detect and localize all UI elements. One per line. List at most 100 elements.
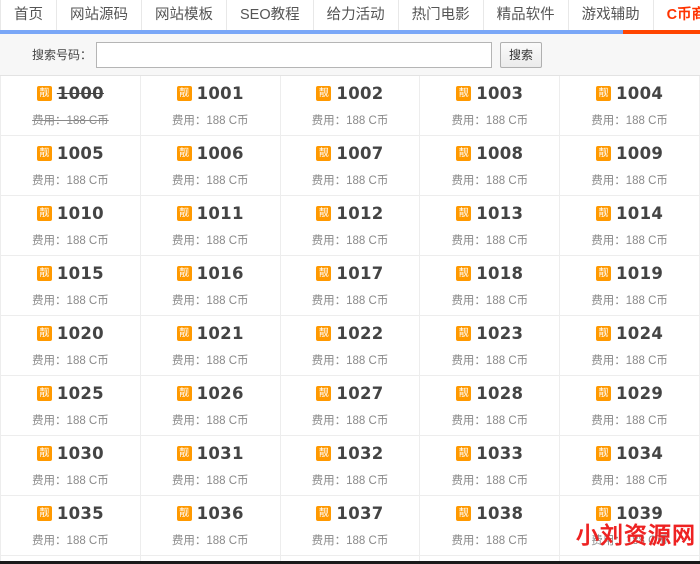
nav-item-0[interactable]: 首页 [0, 0, 57, 30]
number-value: 1013 [476, 204, 523, 223]
number-cell-header: 靓1039 [596, 504, 663, 523]
number-value: 1039 [616, 504, 663, 523]
number-cell[interactable]: 靓1026费用：188 C币 [141, 376, 281, 436]
number-price: 费用：188 C币 [591, 292, 668, 308]
number-cell[interactable]: 靓1039费用：188 C币 [560, 496, 700, 556]
search-button[interactable]: 搜索 [500, 42, 542, 68]
number-value: 1009 [616, 144, 663, 163]
number-price: 费用：188 C币 [312, 352, 389, 368]
number-cell[interactable]: 靓1036费用：188 C币 [141, 496, 281, 556]
number-cell[interactable]: 靓1001费用：188 C币 [141, 76, 281, 136]
nav-item-4[interactable]: 给力活动 [314, 0, 399, 30]
number-value: 1031 [197, 444, 244, 463]
number-cell[interactable]: 靓1021费用：188 C币 [141, 316, 281, 376]
number-value: 1026 [197, 384, 244, 403]
number-cell[interactable]: 靓1017费用：188 C币 [281, 256, 421, 316]
number-value: 1038 [476, 504, 523, 523]
number-cell[interactable]: 靓1011费用：188 C币 [141, 196, 281, 256]
number-cell[interactable]: 靓1006费用：188 C币 [141, 136, 281, 196]
number-cell[interactable]: 靓1032费用：188 C币 [281, 436, 421, 496]
number-cell-header: 靓1020 [37, 324, 104, 343]
number-value: 1007 [336, 144, 383, 163]
number-price: 费用：188 C币 [32, 352, 109, 368]
number-cell[interactable]: 靓1018费用：188 C币 [420, 256, 560, 316]
premium-number-badge-icon: 靓 [456, 386, 471, 401]
number-cell[interactable]: 靓1016费用：188 C币 [141, 256, 281, 316]
number-cell[interactable]: 靓1009费用：188 C币 [560, 136, 700, 196]
number-value: 1024 [616, 324, 663, 343]
number-price: 费用：188 C币 [312, 232, 389, 248]
number-cell[interactable]: 靓1038费用：188 C币 [420, 496, 560, 556]
number-value: 1011 [197, 204, 244, 223]
number-price: 费用：188 C币 [312, 172, 389, 188]
number-value: 1008 [476, 144, 523, 163]
number-cell[interactable]: 靓1027费用：188 C币 [281, 376, 421, 436]
number-cell[interactable]: 靓1014费用：188 C币 [560, 196, 700, 256]
number-cell[interactable]: 靓1015费用：188 C币 [1, 256, 141, 316]
number-grid-viewport: 靓1000费用：188 C币靓1001费用：188 C币靓1002费用：188 … [0, 76, 700, 562]
number-cell-header: 靓1007 [316, 144, 383, 163]
number-cell[interactable]: 靓1003费用：188 C币 [420, 76, 560, 136]
number-cell[interactable]: 靓1037费用：188 C币 [281, 496, 421, 556]
number-price: 费用：188 C币 [591, 172, 668, 188]
number-cell[interactable]: 靓1019费用：188 C币 [560, 256, 700, 316]
number-cell[interactable]: 靓1025费用：188 C币 [1, 376, 141, 436]
number-cell[interactable]: 靓1020 费用：188 C币 [1, 316, 141, 376]
number-cell-header: 靓1002 [316, 84, 383, 103]
number-cell[interactable]: 靓1008费用：188 C币 [420, 136, 560, 196]
search-input[interactable] [96, 42, 492, 68]
number-cell-header: 靓1013 [456, 204, 523, 223]
number-cell[interactable]: 靓1031费用：188 C币 [141, 436, 281, 496]
premium-number-badge-icon: 靓 [456, 146, 471, 161]
number-cell[interactable]: 靓1005费用：188 C币 [1, 136, 141, 196]
number-price: 费用：188 C币 [591, 232, 668, 248]
number-value: 1030 [57, 444, 104, 463]
nav-item-8[interactable]: C币商城 [654, 0, 700, 30]
number-value: 1012 [336, 204, 383, 223]
number-value: 1034 [616, 444, 663, 463]
number-value: 1003 [476, 84, 523, 103]
nav-item-3[interactable]: SEO教程 [227, 0, 314, 30]
premium-number-badge-icon: 靓 [177, 446, 192, 461]
number-cell[interactable]: 靓1013费用：188 C币 [420, 196, 560, 256]
number-cell[interactable]: 靓1028费用：188 C币 [420, 376, 560, 436]
number-cell[interactable]: 靓1035费用：188 C币 [1, 496, 141, 556]
nav-item-5[interactable]: 热门电影 [399, 0, 484, 30]
nav-item-2[interactable]: 网站模板 [142, 0, 227, 30]
premium-number-badge-icon: 靓 [596, 206, 611, 221]
number-value: 1018 [476, 264, 523, 283]
number-price: 费用：188 C币 [172, 412, 249, 428]
nav-item-1[interactable]: 网站源码 [57, 0, 142, 30]
premium-number-badge-icon: 靓 [596, 266, 611, 281]
number-cell[interactable]: 靓1004费用：188 C币 [560, 76, 700, 136]
number-cell[interactable]: 靓1033费用：188 C币 [420, 436, 560, 496]
number-value: 1021 [197, 324, 244, 343]
number-price: 费用：188 C币 [32, 292, 109, 308]
number-value: 1002 [336, 84, 383, 103]
premium-number-badge-icon: 靓 [456, 86, 471, 101]
premium-number-badge-icon: 靓 [37, 506, 52, 521]
number-cell-header: 靓1037 [316, 504, 383, 523]
nav-item-7[interactable]: 游戏辅助 [569, 0, 654, 30]
number-cell[interactable]: 靓1007 费用：188 C币 [281, 136, 421, 196]
number-price: 费用：188 C币 [32, 532, 109, 548]
number-cell-header: 靓1023 [456, 324, 523, 343]
premium-number-badge-icon: 靓 [456, 446, 471, 461]
premium-number-badge-icon: 靓 [456, 506, 471, 521]
number-cell-header: 靓 1008 [456, 144, 523, 163]
premium-number-badge-icon: 靓 [316, 206, 331, 221]
nav-item-6[interactable]: 精品软件 [484, 0, 569, 30]
number-cell-header: 靓1000 [37, 84, 104, 103]
number-cell[interactable]: 靓1030费用：188 C币 [1, 436, 141, 496]
number-cell[interactable]: 靓1022费用：188 C币 [281, 316, 421, 376]
number-cell[interactable]: 靓 1012 费用：188 C币 [281, 196, 421, 256]
number-cell-header: 靓1029 [596, 384, 663, 403]
number-cell[interactable]: 靓1023费用：188 C币 [420, 316, 560, 376]
number-cell[interactable]: 靓1002费用：188 C币 [281, 76, 421, 136]
number-cell[interactable]: 靓1000费用：188 C币 [1, 76, 141, 136]
number-cell[interactable]: 靓1024费用：188 C币 [560, 316, 700, 376]
number-price: 费用：188 C币 [312, 472, 389, 488]
number-cell[interactable]: 靓1029费用：188 C币 [560, 376, 700, 436]
number-cell[interactable]: 靓1034费用：188 C币 [560, 436, 700, 496]
number-cell[interactable]: 靓1010费用：188 C币 [1, 196, 141, 256]
